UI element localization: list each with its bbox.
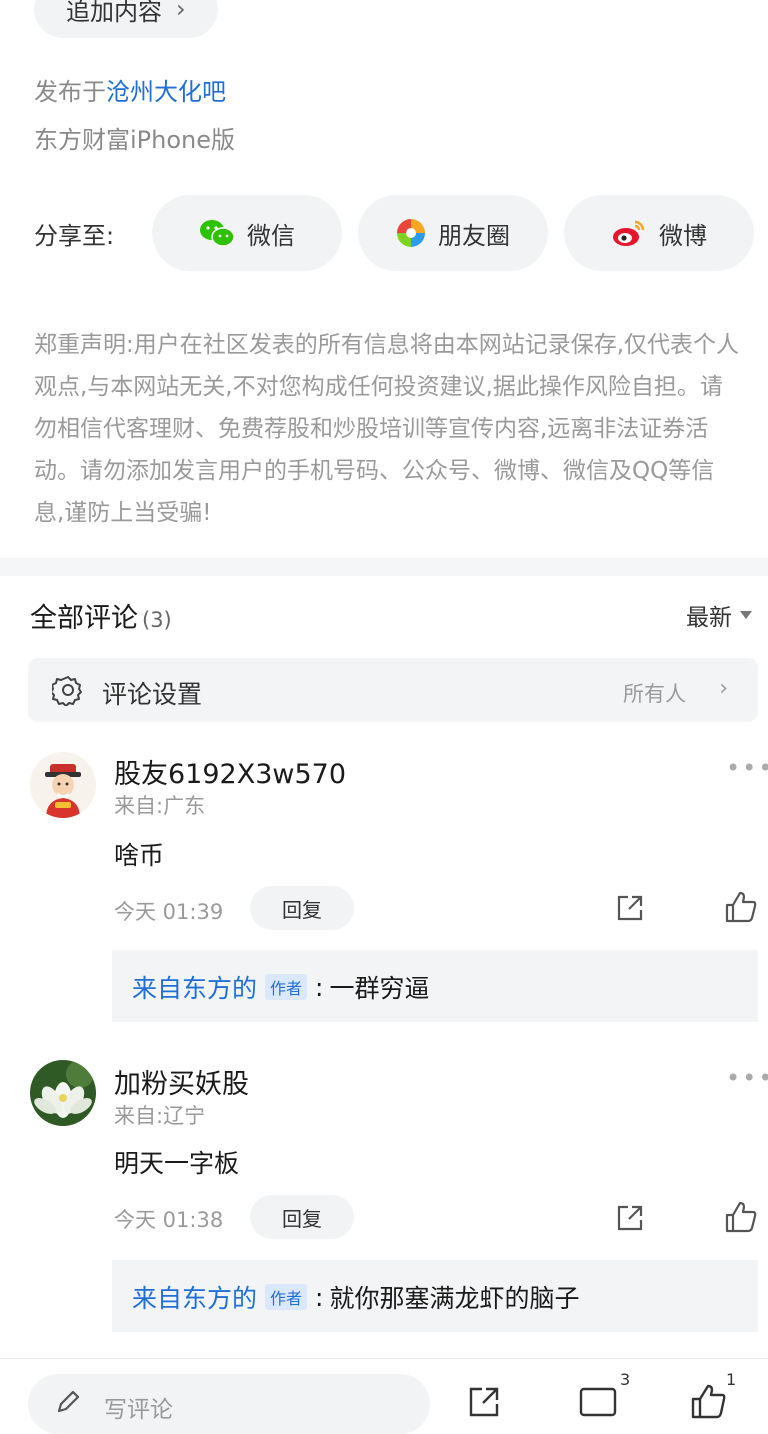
comments-count: (3) xyxy=(142,608,172,632)
sub-reply[interactable]: 来自东方的 作者 : 一群穷逼 xyxy=(112,950,758,1022)
fortune-god-avatar-icon xyxy=(30,752,96,818)
sub-reply-author[interactable]: 来自东方的 xyxy=(132,1279,257,1315)
disclaimer-text: 郑重声明:用户在社区发表的所有信息将由本网站记录保存,仅代表个人观点,与本网站无… xyxy=(34,332,740,526)
comment-text: 明天一字板 xyxy=(114,1149,240,1178)
sub-reply-author[interactable]: 来自东方的 xyxy=(132,969,257,1005)
caret-down-icon xyxy=(740,611,752,619)
comment-text: 啥币 xyxy=(114,841,165,870)
bar-link[interactable]: 沧州大化吧 xyxy=(106,78,226,106)
comment-settings-value: 所有人 xyxy=(623,682,686,706)
write-comment-placeholder: 写评论 xyxy=(104,1397,173,1423)
comments-title-label: 全部评论 xyxy=(30,603,138,634)
comment-settings-row[interactable]: 评论设置 所有人 › xyxy=(28,658,758,722)
share-moments-button[interactable]: 朋友圈 xyxy=(358,195,548,271)
append-content-button[interactable]: 追加内容 › xyxy=(34,0,218,38)
published-in: 发布于沧州大化吧 xyxy=(34,72,226,107)
share-icon[interactable] xyxy=(614,1202,646,1234)
section-divider xyxy=(0,558,768,576)
comment-time: 今天 01:39 xyxy=(114,900,224,924)
sub-reply-text: 就你那塞满龙虾的脑子 xyxy=(329,1284,580,1313)
share-weibo-button[interactable]: 微博 xyxy=(564,195,754,271)
like-icon[interactable] xyxy=(724,1200,758,1234)
append-content-label: 追加内容 xyxy=(66,0,162,26)
sub-reply-text: 一群穷逼 xyxy=(329,974,430,1003)
avatar[interactable] xyxy=(30,1060,96,1126)
more-options-icon[interactable]: ••• xyxy=(726,754,768,782)
sub-reply-separator: : xyxy=(315,1282,324,1312)
write-comment-input[interactable]: 写评论 xyxy=(28,1374,430,1434)
sort-dropdown[interactable]: 最新 xyxy=(686,598,752,632)
avatar[interactable] xyxy=(30,752,96,818)
share-icon[interactable] xyxy=(466,1384,502,1420)
sub-reply[interactable]: 来自东方的 作者 : 就你那塞满龙虾的脑子 xyxy=(112,1260,758,1332)
comment-icon[interactable] xyxy=(578,1386,618,1422)
pencil-icon xyxy=(57,1390,80,1413)
share-label: 分享至: xyxy=(34,222,115,250)
share-moments-label: 朋友圈 xyxy=(438,221,510,250)
comment-time: 今天 01:38 xyxy=(114,1208,224,1232)
comments-title: 全部评论 (3) xyxy=(30,596,172,635)
comment-username[interactable]: 股友6192X3w570 xyxy=(114,752,346,791)
sort-label: 最新 xyxy=(686,605,732,631)
comment-location: 来自:广东 xyxy=(114,794,206,818)
moments-icon xyxy=(397,219,425,247)
gear-icon xyxy=(52,676,82,706)
author-badge: 作者 xyxy=(265,1284,308,1310)
share-icon[interactable] xyxy=(614,892,646,924)
device-source: 东方财富iPhone版 xyxy=(34,126,236,154)
weibo-icon xyxy=(613,220,645,246)
chevron-right-icon: › xyxy=(719,676,728,701)
reply-button[interactable]: 回复 xyxy=(250,886,354,930)
like-icon[interactable] xyxy=(724,890,758,924)
like-icon[interactable] xyxy=(690,1382,728,1420)
like-count-badge: 1 xyxy=(726,1370,737,1389)
published-prefix: 发布于 xyxy=(34,78,106,106)
chevron-right-icon: › xyxy=(176,0,186,23)
wechat-icon xyxy=(200,220,235,247)
comment-count-badge: 3 xyxy=(620,1370,631,1389)
share-weibo-label: 微博 xyxy=(659,221,707,250)
sub-reply-separator: : xyxy=(315,972,324,1002)
lotus-avatar-icon xyxy=(30,1060,96,1126)
author-badge: 作者 xyxy=(265,974,308,1000)
comment-location: 来自:辽宁 xyxy=(114,1104,206,1128)
share-wechat-label: 微信 xyxy=(247,221,295,250)
comment-username[interactable]: 加粉买妖股 xyxy=(114,1062,249,1101)
comment-settings-label: 评论设置 xyxy=(102,680,203,709)
bottom-bar-divider xyxy=(0,1358,768,1359)
reply-button[interactable]: 回复 xyxy=(250,1195,354,1239)
share-wechat-button[interactable]: 微信 xyxy=(152,195,342,271)
more-options-icon[interactable]: ••• xyxy=(726,1064,768,1092)
